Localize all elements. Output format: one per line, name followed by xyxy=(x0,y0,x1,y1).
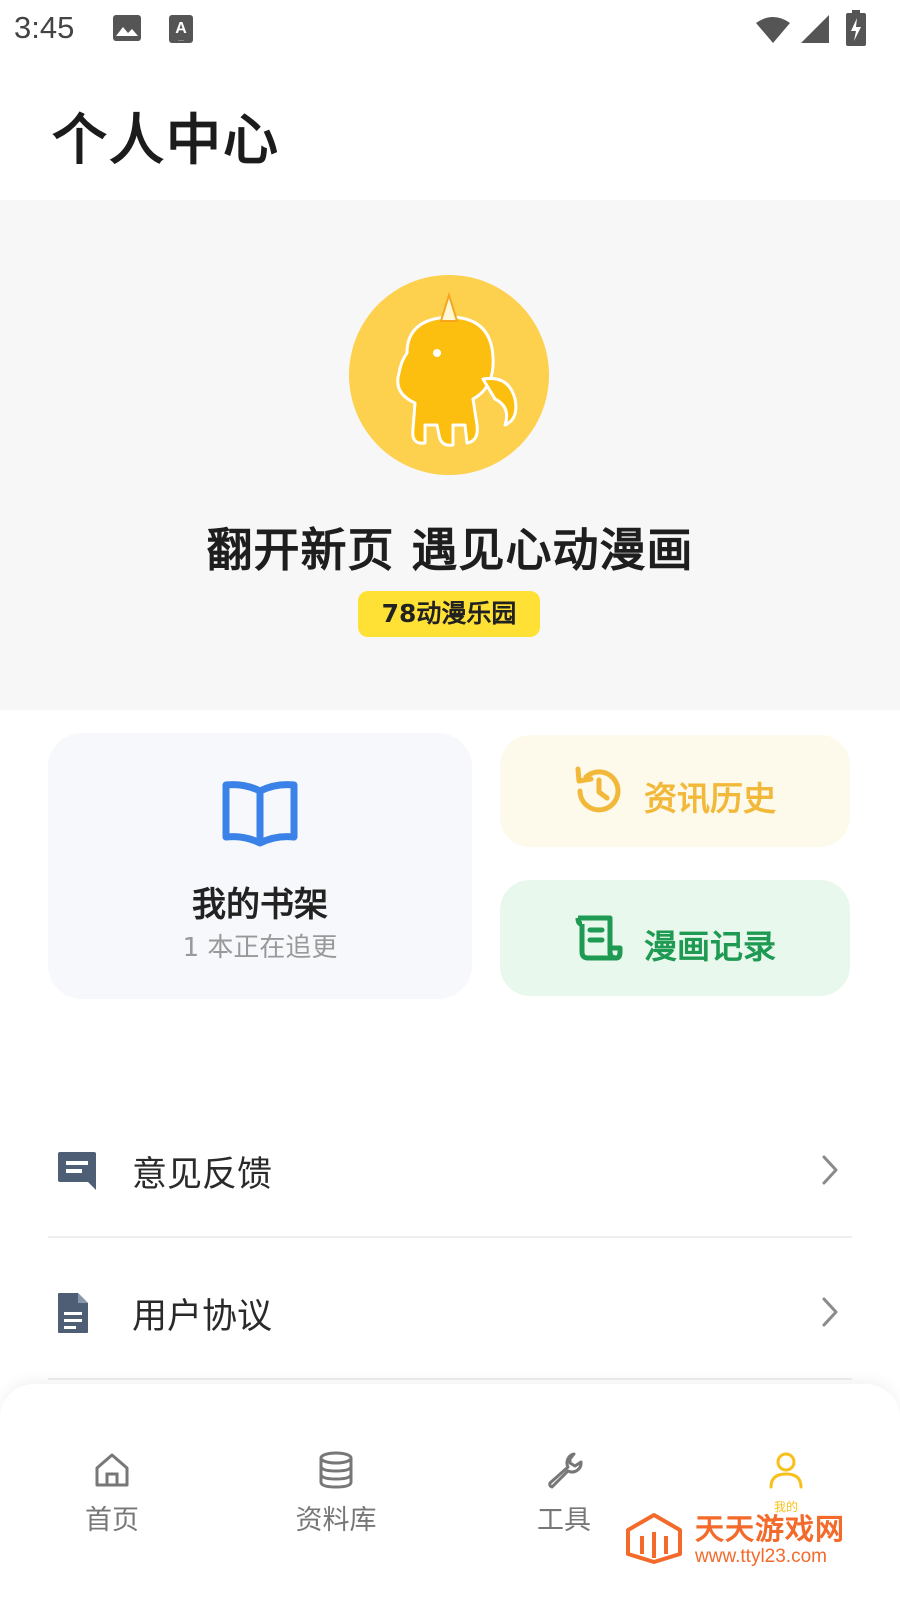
divider xyxy=(48,1236,852,1238)
feedback-message-icon xyxy=(58,1152,96,1190)
shelf-subtitle: 1 本正在追更 xyxy=(182,933,338,963)
nav-home[interactable]: 首页 xyxy=(32,1384,192,1544)
database-icon xyxy=(319,1451,353,1489)
record-label: 漫画记录 xyxy=(644,927,776,966)
battery-charging-icon xyxy=(846,10,866,46)
shelf-title: 我的书架 xyxy=(192,885,328,925)
document-icon xyxy=(58,1293,88,1333)
profile-slogan: 翻开新页 遇见心动漫画 xyxy=(206,523,694,577)
home-icon xyxy=(95,1453,129,1487)
watermark-name: 天天游戏网 xyxy=(695,1512,846,1546)
app-badge: 78动漫乐园 xyxy=(358,591,540,637)
menu-item-user-agreement[interactable]: 用户协议 xyxy=(48,1252,852,1372)
svg-text:...: ... xyxy=(178,36,184,43)
text-a-icon: A ... xyxy=(169,15,193,43)
signal-icon xyxy=(801,15,829,43)
status-time: 3:45 xyxy=(14,10,75,45)
nav-home-label: 首页 xyxy=(85,1505,139,1536)
watermark-url: www.ttyl23.com xyxy=(695,1546,827,1567)
user-agreement-label: 用户协议 xyxy=(132,1297,273,1337)
nav-tools-label: 工具 xyxy=(537,1505,591,1536)
nav-library[interactable]: 资料库 xyxy=(256,1384,416,1544)
menu-item-feedback[interactable]: 意见反馈 xyxy=(48,1110,852,1230)
page-title: 个人中心 xyxy=(52,108,281,172)
wifi-icon xyxy=(756,17,790,43)
history-clock-icon xyxy=(575,766,621,813)
nav-library-label: 资料库 xyxy=(295,1505,377,1536)
image-icon xyxy=(113,15,141,41)
wrench-icon xyxy=(548,1452,583,1489)
unicorn-avatar-icon[interactable] xyxy=(349,275,549,475)
book-icon xyxy=(222,781,298,847)
scroll-icon xyxy=(575,915,623,961)
feedback-label: 意见反馈 xyxy=(132,1155,273,1195)
nav-tools[interactable]: 工具 xyxy=(484,1384,644,1544)
user-icon xyxy=(769,1452,803,1489)
history-label: 资讯历史 xyxy=(644,779,776,818)
chevron-right-icon xyxy=(822,1297,838,1327)
watermark-logo-icon xyxy=(626,1513,682,1564)
svg-text:A: A xyxy=(175,20,187,37)
divider xyxy=(48,1378,852,1380)
chevron-right-icon xyxy=(822,1155,838,1185)
